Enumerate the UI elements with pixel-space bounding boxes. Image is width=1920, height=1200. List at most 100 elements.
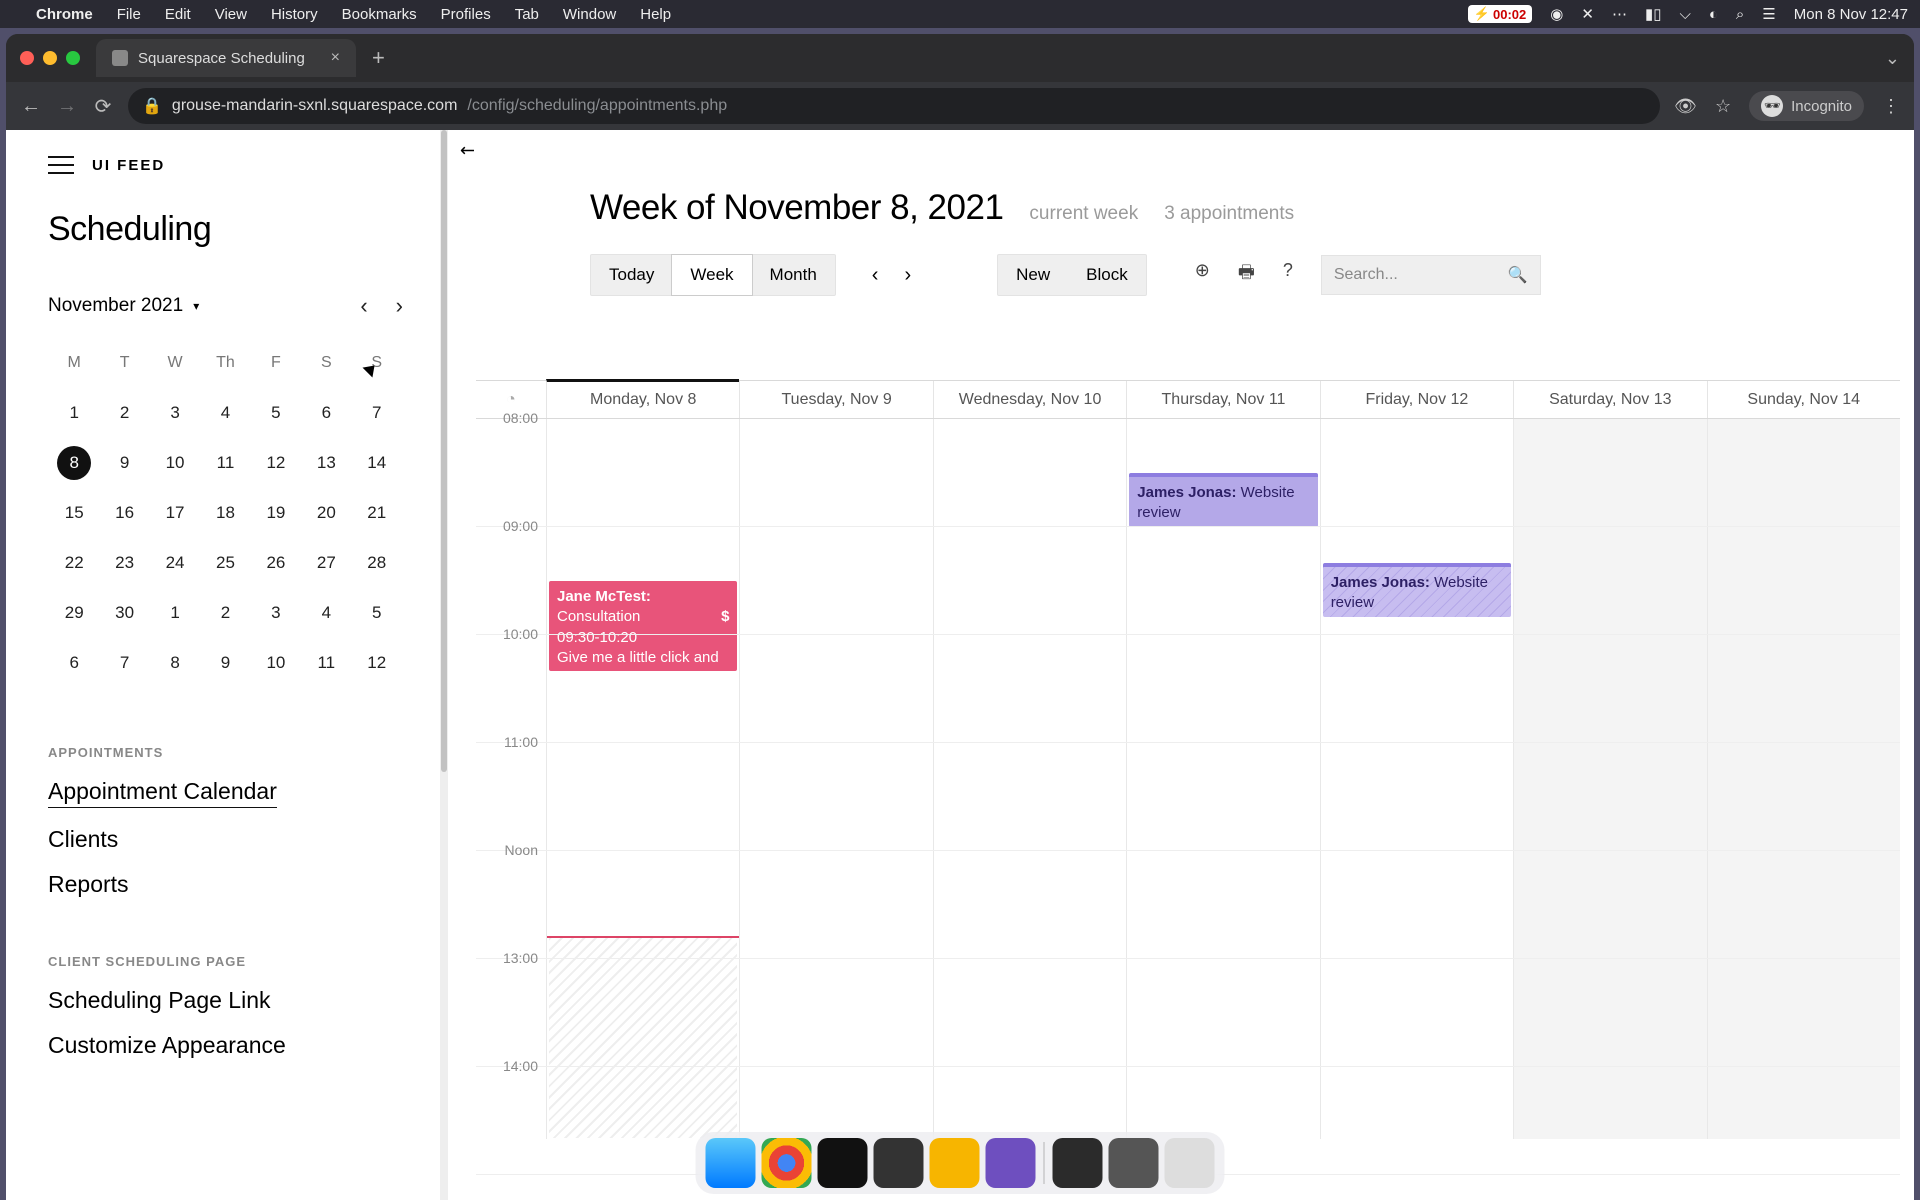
bookmark-star-icon[interactable]: ☆ <box>1715 96 1731 117</box>
mini-cal-day[interactable]: 29 <box>50 589 98 637</box>
mini-cal-day[interactable]: 23 <box>100 539 148 587</box>
dock-app[interactable] <box>874 1138 924 1188</box>
mini-cal-day[interactable]: 3 <box>151 389 199 437</box>
mini-cal-day[interactable]: 25 <box>201 539 249 587</box>
mini-cal-day[interactable]: 20 <box>302 489 350 537</box>
mini-cal-day[interactable]: 6 <box>50 639 98 687</box>
menubar-clock[interactable]: Mon 8 Nov 12:47 <box>1794 6 1908 23</box>
mini-cal-day[interactable]: 7 <box>100 639 148 687</box>
window-close-button[interactable] <box>20 51 34 65</box>
zoom-icon[interactable]: ⊕ <box>1195 260 1210 290</box>
hamburger-icon[interactable] <box>48 156 74 174</box>
dock-app-finder[interactable] <box>706 1138 756 1188</box>
menu-tab[interactable]: Tab <box>515 6 539 23</box>
mini-cal-day[interactable]: 2 <box>201 589 249 637</box>
dock-app-terminal[interactable] <box>818 1138 868 1188</box>
menu-view[interactable]: View <box>215 6 247 23</box>
status-icon[interactable]: ◐ <box>1709 6 1718 23</box>
wifi-icon[interactable]: ⌵ <box>1679 6 1690 23</box>
back-button[interactable]: ← <box>20 95 42 118</box>
menubar-app-name[interactable]: Chrome <box>36 6 93 23</box>
mini-cal-day[interactable]: 1 <box>50 389 98 437</box>
mini-cal-next-button[interactable]: › <box>396 293 403 319</box>
mini-cal-day[interactable]: 12 <box>353 639 401 687</box>
mini-cal-day[interactable]: 10 <box>252 639 300 687</box>
window-minimize-button[interactable] <box>43 51 57 65</box>
mini-cal-day[interactable]: 26 <box>252 539 300 587</box>
menu-profiles[interactable]: Profiles <box>441 6 491 23</box>
mini-cal-day[interactable]: 7 <box>353 389 401 437</box>
reload-button[interactable]: ⟳ <box>92 94 114 119</box>
mini-cal-day[interactable]: 30 <box>100 589 148 637</box>
block-button[interactable]: Block <box>1068 255 1146 295</box>
status-icon[interactable]: ◉ <box>1550 5 1563 23</box>
mini-cal-day[interactable]: 22 <box>50 539 98 587</box>
nav-scheduling-page-link[interactable]: Scheduling Page Link <box>48 987 403 1014</box>
incognito-badge[interactable]: 🕶 Incognito <box>1749 91 1864 121</box>
mini-cal-day[interactable]: 5 <box>252 389 300 437</box>
tab-overflow-icon[interactable]: ⌄ <box>1885 48 1914 69</box>
mini-cal-day[interactable]: 15 <box>50 489 98 537</box>
mini-cal-day[interactable]: 28 <box>353 539 401 587</box>
search-input[interactable]: Search... 🔍 <box>1321 255 1541 295</box>
mini-cal-day[interactable]: 9 <box>201 639 249 687</box>
mini-cal-day[interactable]: 12 <box>252 439 300 487</box>
mini-cal-day[interactable]: 11 <box>302 639 350 687</box>
mini-cal-day[interactable]: 11 <box>201 439 249 487</box>
nav-reports[interactable]: Reports <box>48 871 403 898</box>
mini-cal-day[interactable]: 13 <box>302 439 350 487</box>
new-tab-button[interactable]: + <box>356 45 401 71</box>
mini-cal-day[interactable]: 21 <box>353 489 401 537</box>
menu-help[interactable]: Help <box>640 6 671 23</box>
mini-cal-day[interactable]: 14 <box>353 439 401 487</box>
window-zoom-button[interactable] <box>66 51 80 65</box>
menu-history[interactable]: History <box>271 6 318 23</box>
mini-cal-day[interactable]: 4 <box>201 389 249 437</box>
spotlight-icon[interactable]: ⌕ <box>1736 6 1744 23</box>
next-week-button[interactable]: › <box>904 264 911 287</box>
mini-cal-day[interactable]: 24 <box>151 539 199 587</box>
dock-app-trash[interactable] <box>1165 1138 1215 1188</box>
dock-app[interactable] <box>1109 1138 1159 1188</box>
expand-icon[interactable]: ↖ <box>455 138 481 164</box>
battery-icon[interactable]: ▮▯ <box>1645 5 1662 23</box>
mini-cal-day[interactable]: 17 <box>151 489 199 537</box>
mini-cal-day[interactable]: 8 <box>151 639 199 687</box>
month-button[interactable]: Month <box>752 255 835 295</box>
mini-cal-day[interactable]: 5 <box>353 589 401 637</box>
dock-app[interactable] <box>1053 1138 1103 1188</box>
print-icon[interactable]: 🖶 <box>1238 260 1255 290</box>
menu-bookmarks[interactable]: Bookmarks <box>342 6 417 23</box>
month-select[interactable]: November 2021 ▾ <box>48 295 199 317</box>
mini-cal-day[interactable]: 3 <box>252 589 300 637</box>
mini-cal-prev-button[interactable]: ‹ <box>360 293 367 319</box>
status-icon[interactable]: ⋯ <box>1612 5 1627 23</box>
control-center-icon[interactable]: ☰ <box>1762 5 1775 23</box>
today-button[interactable]: Today <box>591 255 672 295</box>
menu-edit[interactable]: Edit <box>165 6 191 23</box>
mini-cal-day[interactable]: 9 <box>100 439 148 487</box>
browser-menu-icon[interactable]: ⋮ <box>1882 96 1900 117</box>
mini-cal-day[interactable]: 19 <box>252 489 300 537</box>
help-icon[interactable]: ? <box>1283 260 1293 290</box>
week-button[interactable]: Week <box>671 254 752 296</box>
browser-tab[interactable]: Squarespace Scheduling × <box>96 39 356 77</box>
mini-cal-day[interactable]: 1 <box>151 589 199 637</box>
mini-cal-day[interactable]: 16 <box>100 489 148 537</box>
tab-close-icon[interactable]: × <box>331 49 340 67</box>
mini-cal-day[interactable]: 2 <box>100 389 148 437</box>
mini-cal-day[interactable]: 27 <box>302 539 350 587</box>
menu-window[interactable]: Window <box>563 6 616 23</box>
nav-appointment-calendar[interactable]: Appointment Calendar <box>48 778 277 808</box>
dock-app[interactable] <box>930 1138 980 1188</box>
url-field[interactable]: 🔒 grouse-mandarin-sxnl.squarespace.com/c… <box>128 88 1660 124</box>
dock-app[interactable] <box>986 1138 1036 1188</box>
eye-off-icon[interactable]: 👁 <box>1674 96 1697 117</box>
menu-file[interactable]: File <box>117 6 141 23</box>
mini-cal-day[interactable]: 6 <box>302 389 350 437</box>
nav-clients[interactable]: Clients <box>48 826 403 853</box>
nav-customize-appearance[interactable]: Customize Appearance <box>48 1032 403 1059</box>
mini-cal-day[interactable]: 18 <box>201 489 249 537</box>
mini-cal-day[interactable]: 4 <box>302 589 350 637</box>
mini-cal-day[interactable]: 10 <box>151 439 199 487</box>
